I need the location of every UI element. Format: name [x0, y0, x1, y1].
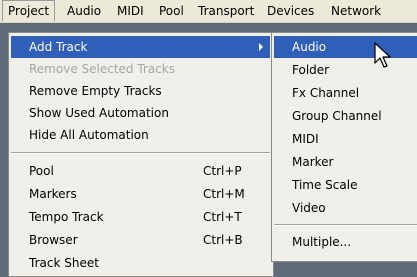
menu-separator: [11, 152, 270, 154]
menu-item-label: MIDI: [292, 132, 319, 146]
menu-item-remove-selected-tracks: Remove Selected Tracks: [11, 58, 270, 80]
menu-item-label: Fx Channel: [292, 86, 360, 100]
menu-item-add-track[interactable]: Add Track: [11, 36, 270, 58]
menu-pool[interactable]: Pool: [154, 0, 189, 22]
menu-item-label: Markers: [29, 187, 77, 201]
menu-item-hide-all-automation[interactable]: Hide All Automation: [11, 124, 270, 146]
menu-item-shortcut: Ctrl+B: [203, 233, 243, 247]
submenu-item-midi[interactable]: MIDI: [274, 128, 417, 150]
menu-transport[interactable]: Transport: [193, 0, 259, 22]
menu-item-label: Remove Empty Tracks: [29, 84, 162, 98]
submenu-item-video[interactable]: Video: [274, 197, 417, 219]
menu-item-remove-empty-tracks[interactable]: Remove Empty Tracks: [11, 80, 270, 102]
menu-item-label: Group Channel: [292, 109, 382, 123]
menu-item-shortcut: Ctrl+M: [203, 187, 245, 201]
menu-item-label: Multiple...: [292, 235, 352, 249]
menu-item-markers[interactable]: Markers Ctrl+M: [11, 183, 270, 205]
submenu-item-group-channel[interactable]: Group Channel: [274, 105, 417, 127]
menu-project[interactable]: Project: [2, 0, 56, 21]
menu-item-tempo-track[interactable]: Tempo Track Ctrl+T: [11, 206, 270, 228]
menu-bar: Project Audio MIDI Pool Transport Device…: [0, 0, 417, 23]
menu-item-browser[interactable]: Browser Ctrl+B: [11, 229, 270, 251]
submenu-item-multiple[interactable]: Multiple...: [274, 231, 417, 253]
menu-audio[interactable]: Audio: [62, 0, 106, 22]
menu-item-shortcut: Ctrl+T: [203, 210, 242, 224]
menu-item-label: Remove Selected Tracks: [29, 62, 175, 76]
menu-item-track-sheet[interactable]: Track Sheet: [11, 252, 270, 274]
submenu-arrow-icon: [259, 43, 263, 51]
menu-item-show-used-automation[interactable]: Show Used Automation: [11, 102, 270, 124]
mouse-pointer-icon: [374, 42, 391, 68]
menu-devices[interactable]: Devices: [262, 0, 319, 22]
menu-item-label: Add Track: [29, 40, 88, 54]
submenu-item-marker[interactable]: Marker: [274, 151, 417, 173]
menu-item-label: Pool: [29, 164, 54, 178]
menu-network[interactable]: Network: [326, 0, 386, 22]
menu-item-label: Browser: [29, 233, 78, 247]
submenu-item-fx-channel[interactable]: Fx Channel: [274, 82, 417, 104]
menu-item-shortcut: Ctrl+P: [203, 164, 242, 178]
menu-item-label: Time Scale: [292, 178, 358, 192]
project-menu: Add Track Remove Selected Tracks Remove …: [8, 32, 274, 277]
menu-item-label: Marker: [292, 155, 334, 169]
menu-item-label: Tempo Track: [29, 210, 104, 224]
menu-midi[interactable]: MIDI: [112, 0, 149, 22]
menu-item-label: Track Sheet: [29, 256, 99, 270]
menu-item-label: Hide All Automation: [29, 128, 149, 142]
menu-item-label: Show Used Automation: [29, 106, 169, 120]
menu-item-label: Folder: [292, 63, 330, 77]
submenu-item-time-scale[interactable]: Time Scale: [274, 174, 417, 196]
menu-separator: [274, 224, 417, 226]
menu-item-label: Audio: [292, 40, 327, 54]
menu-item-label: Video: [292, 201, 326, 215]
menu-item-pool[interactable]: Pool Ctrl+P: [11, 160, 270, 182]
